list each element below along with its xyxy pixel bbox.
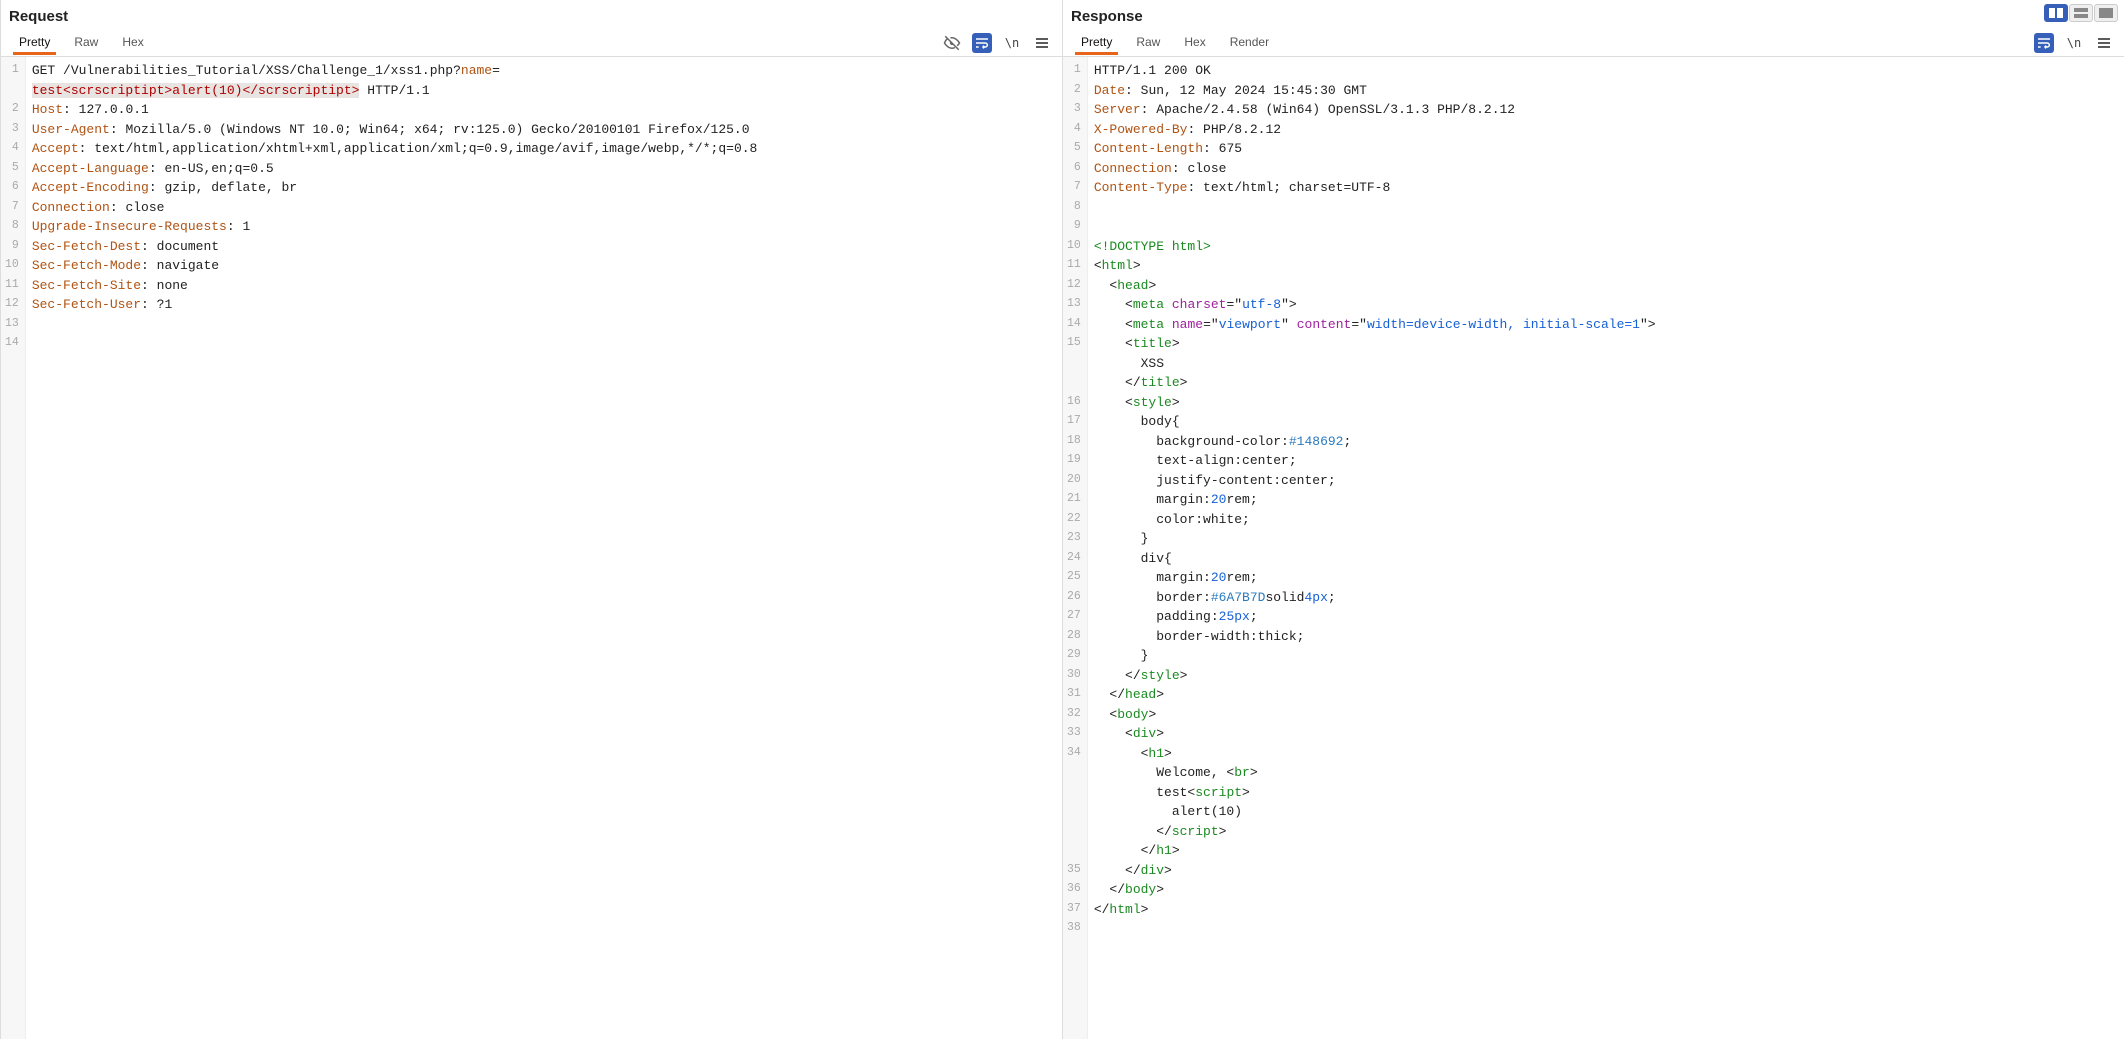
response-code[interactable]: HTTP/1.1 200 OKDate: Sun, 12 May 2024 15…: [1088, 57, 1662, 1039]
request-tools: \n: [942, 33, 1056, 53]
request-editor[interactable]: 1234567891011121314 GET /Vulnerabilities…: [1, 57, 1062, 1039]
response-panel: Response Pretty Raw Hex Render \n 123456…: [1062, 0, 2124, 1039]
layout-stack-button[interactable]: [2069, 4, 2093, 22]
hamburger-icon[interactable]: [2094, 33, 2114, 53]
wrap-lines-icon[interactable]: [2034, 33, 2054, 53]
app-root: Request Pretty Raw Hex \n 12345678910111…: [0, 0, 2124, 1039]
response-tabbar: Pretty Raw Hex Render \n: [1063, 29, 2124, 57]
hamburger-icon[interactable]: [1032, 33, 1052, 53]
tab-hex[interactable]: Hex: [110, 31, 155, 54]
request-header: Request: [1, 0, 1062, 29]
request-code[interactable]: GET /Vulnerabilities_Tutorial/XSS/Challe…: [26, 57, 764, 1039]
response-gutter: 1234567891011121314151617181920212223242…: [1063, 57, 1088, 1039]
newline-icon[interactable]: \n: [2064, 33, 2084, 53]
tab-raw[interactable]: Raw: [1124, 31, 1172, 54]
layout-controls: [2044, 4, 2118, 22]
request-panel: Request Pretty Raw Hex \n 12345678910111…: [0, 0, 1062, 1039]
wrap-lines-icon[interactable]: [972, 33, 992, 53]
tab-raw[interactable]: Raw: [62, 31, 110, 54]
response-title: Response: [1071, 8, 1143, 25]
visibility-off-icon[interactable]: [942, 33, 962, 53]
request-title: Request: [9, 8, 68, 25]
tab-pretty[interactable]: Pretty: [1069, 31, 1124, 54]
response-header: Response: [1063, 0, 2124, 29]
newline-icon[interactable]: \n: [1002, 33, 1022, 53]
request-gutter: 1234567891011121314: [1, 57, 26, 1039]
tab-render[interactable]: Render: [1218, 31, 1281, 54]
response-tools: \n: [2034, 33, 2118, 53]
request-tabbar: Pretty Raw Hex \n: [1, 29, 1062, 57]
layout-single-button[interactable]: [2094, 4, 2118, 22]
response-editor[interactable]: 1234567891011121314151617181920212223242…: [1063, 57, 2124, 1039]
tab-pretty[interactable]: Pretty: [7, 31, 62, 54]
tab-hex[interactable]: Hex: [1172, 31, 1217, 54]
layout-split-button[interactable]: [2044, 4, 2068, 22]
